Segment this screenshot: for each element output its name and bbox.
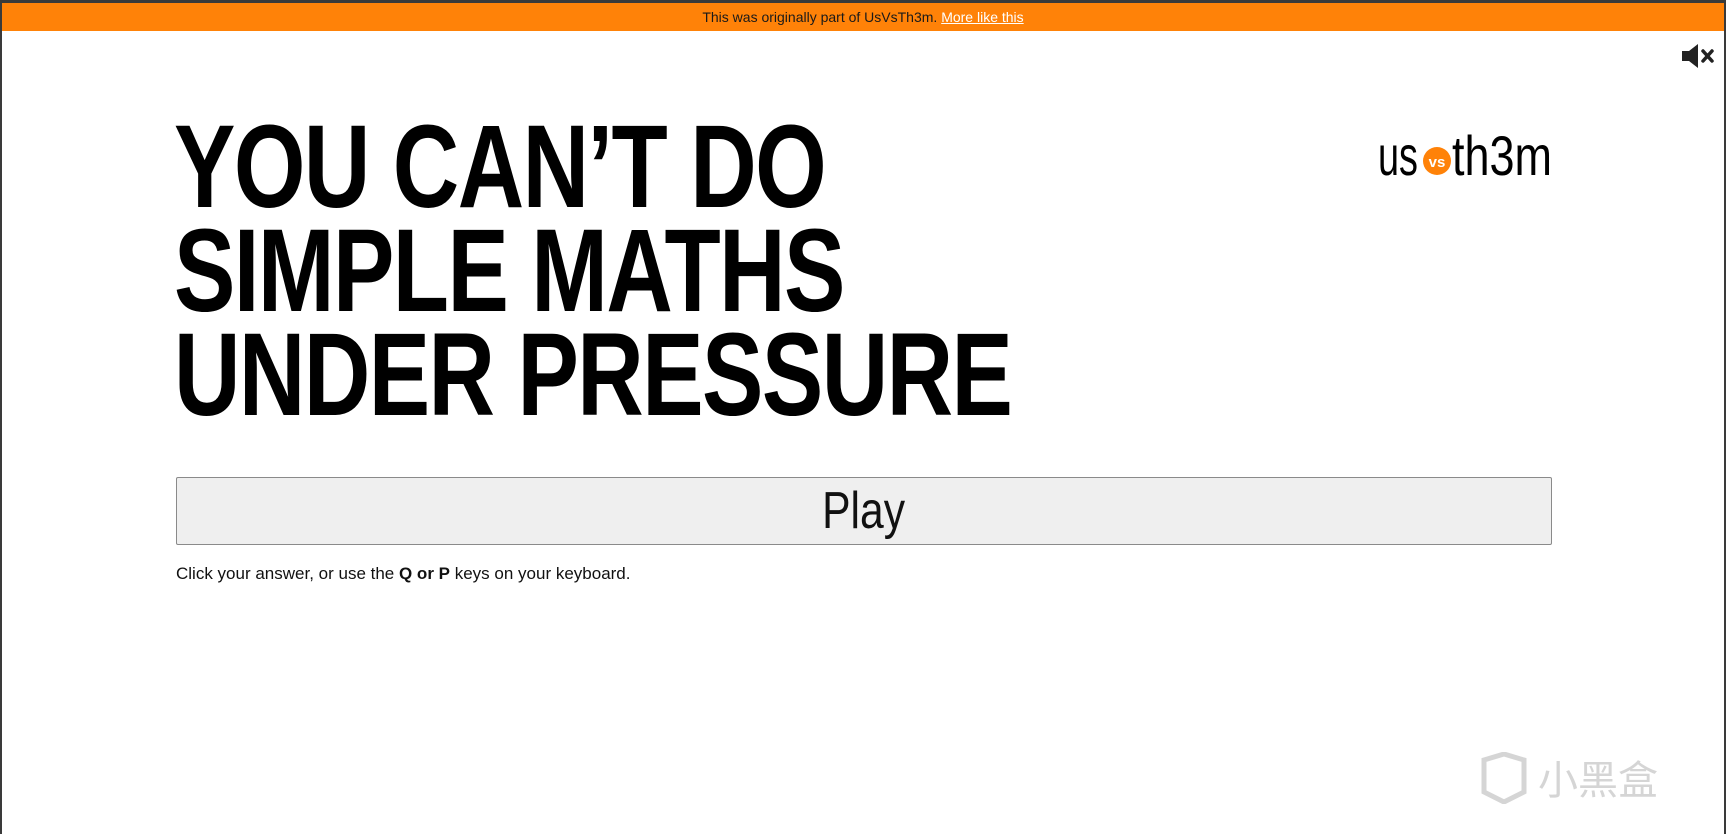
top-banner: This was originally part of UsVsTh3m. Mo… (2, 3, 1724, 31)
watermark-text: 小黑盒 (1538, 758, 1658, 804)
title-line-1: YOU CAN’T DO (174, 101, 827, 233)
banner-text: This was originally part of UsVsTh3m. (702, 9, 938, 25)
watermark-logo-icon (1481, 752, 1527, 804)
logo-badge-text: vs (1429, 154, 1446, 171)
logo-right-text: th3m (1452, 124, 1552, 187)
page-frame: This was originally part of UsVsTh3m. Mo… (0, 0, 1726, 834)
more-like-this-link[interactable]: More like this (941, 9, 1023, 25)
mute-icon (1682, 44, 1714, 68)
logo-left-text: us (1378, 124, 1418, 187)
mute-button[interactable] (1680, 41, 1716, 71)
play-button[interactable]: Play (176, 477, 1552, 545)
instructions-text: Click your answer, or use the Q or P key… (176, 564, 630, 584)
title-line-2: SIMPLE MATHS (174, 205, 845, 337)
instructions-suffix: keys on your keyboard. (450, 564, 631, 583)
instructions-prefix: Click your answer, or use the (176, 564, 399, 583)
title-line-3: UNDER PRESSURE (174, 309, 1013, 441)
usvsth3m-logo[interactable]: us vs th3m (1378, 123, 1554, 189)
game-title: YOU CAN’T DO SIMPLE MATHS UNDER PRESSURE (174, 101, 1013, 441)
xiaoheihe-watermark: 小黑盒 (1481, 752, 1658, 804)
play-button-label: Play (822, 482, 906, 540)
instructions-keys: Q or P (398, 564, 450, 583)
